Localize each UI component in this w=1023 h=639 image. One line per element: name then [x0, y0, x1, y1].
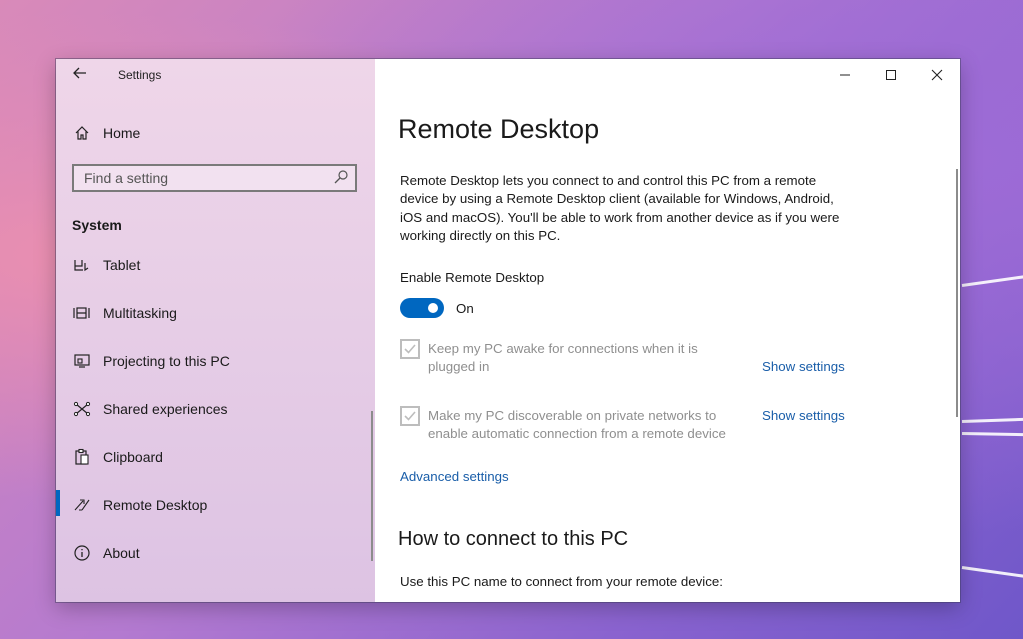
sidebar-item-about[interactable]: About — [72, 542, 140, 564]
sidebar-item-label: Multitasking — [103, 305, 177, 321]
close-icon — [931, 69, 943, 81]
discoverable-label: Make my PC discoverable on private netwo… — [428, 408, 726, 442]
sidebar-item-label: Tablet — [103, 257, 141, 273]
keep-awake-label: Keep my PC awake for connections when it… — [428, 341, 698, 375]
sidebar-item-shared-experiences[interactable]: Shared experiences — [72, 398, 228, 420]
clipboard-icon — [72, 447, 92, 467]
sidebar-item-tablet[interactable]: Tablet — [72, 254, 140, 276]
checkmark-icon — [404, 344, 416, 354]
back-arrow-icon — [73, 67, 86, 79]
info-icon — [72, 543, 92, 563]
wallpaper-line — [961, 566, 1023, 579]
sidebar-item-label: Remote Desktop — [103, 497, 208, 513]
wallpaper-line — [961, 432, 1023, 437]
search-box[interactable] — [72, 164, 357, 192]
content-scrollbar[interactable] — [956, 169, 958, 417]
settings-window: Settings Home System Tablet Multitasking — [56, 59, 960, 602]
multitasking-icon — [72, 303, 92, 323]
search-input[interactable] — [74, 166, 344, 190]
tablet-icon — [72, 255, 92, 275]
discoverable-show-settings-link[interactable]: Show settings — [762, 408, 845, 423]
enable-remote-desktop-label: Enable Remote Desktop — [400, 270, 545, 285]
sidebar-scrollbar[interactable] — [371, 411, 373, 561]
keep-awake-show-settings-link[interactable]: Show settings — [762, 359, 845, 374]
sidebar-item-label: Clipboard — [103, 449, 163, 465]
keep-awake-checkbox[interactable] — [400, 339, 420, 359]
active-indicator — [56, 490, 60, 516]
sidebar-item-projecting[interactable]: Projecting to this PC — [72, 350, 230, 372]
sidebar-item-remote-desktop[interactable]: Remote Desktop — [72, 494, 207, 516]
page-description: Remote Desktop lets you connect to and c… — [400, 173, 840, 243]
projecting-icon — [72, 351, 92, 371]
use-pc-name-text: Use this PC name to connect from your re… — [400, 574, 723, 589]
back-button[interactable] — [70, 65, 90, 85]
sidebar-item-clipboard[interactable]: Clipboard — [72, 446, 163, 468]
remote-desktop-icon — [72, 495, 92, 515]
wallpaper-line — [961, 274, 1023, 287]
shared-experiences-icon — [72, 399, 92, 419]
search-icon[interactable] — [333, 169, 349, 185]
enable-remote-desktop-toggle[interactable] — [400, 298, 444, 318]
sidebar-item-label: Projecting to this PC — [103, 353, 230, 369]
page-title: Remote Desktop — [398, 114, 600, 144]
toggle-state-label: On — [456, 301, 474, 316]
sidebar: Settings Home System Tablet Multitasking — [56, 59, 375, 602]
maximize-icon — [886, 70, 896, 80]
checkmark-icon — [404, 411, 416, 421]
sidebar-item-label: Home — [103, 125, 141, 141]
sidebar-item-label: About — [103, 545, 140, 561]
content-pane: Remote Desktop Remote Desktop lets you c… — [375, 59, 960, 602]
sidebar-item-home[interactable]: Home — [72, 122, 140, 144]
discoverable-checkbox[interactable] — [400, 406, 420, 426]
wallpaper-line — [961, 417, 1023, 423]
sidebar-item-label: Shared experiences — [103, 401, 228, 417]
toggle-knob — [428, 303, 438, 313]
window-title: Settings — [118, 68, 162, 82]
advanced-settings-link[interactable]: Advanced settings — [400, 469, 509, 484]
close-button[interactable] — [914, 63, 960, 87]
how-to-connect-heading: How to connect to this PC — [398, 528, 629, 550]
maximize-button[interactable] — [868, 63, 914, 87]
section-title: System — [72, 217, 122, 233]
minimize-icon — [840, 74, 850, 76]
sidebar-item-multitasking[interactable]: Multitasking — [72, 302, 177, 324]
minimize-button[interactable] — [822, 63, 868, 87]
home-icon — [72, 123, 92, 143]
